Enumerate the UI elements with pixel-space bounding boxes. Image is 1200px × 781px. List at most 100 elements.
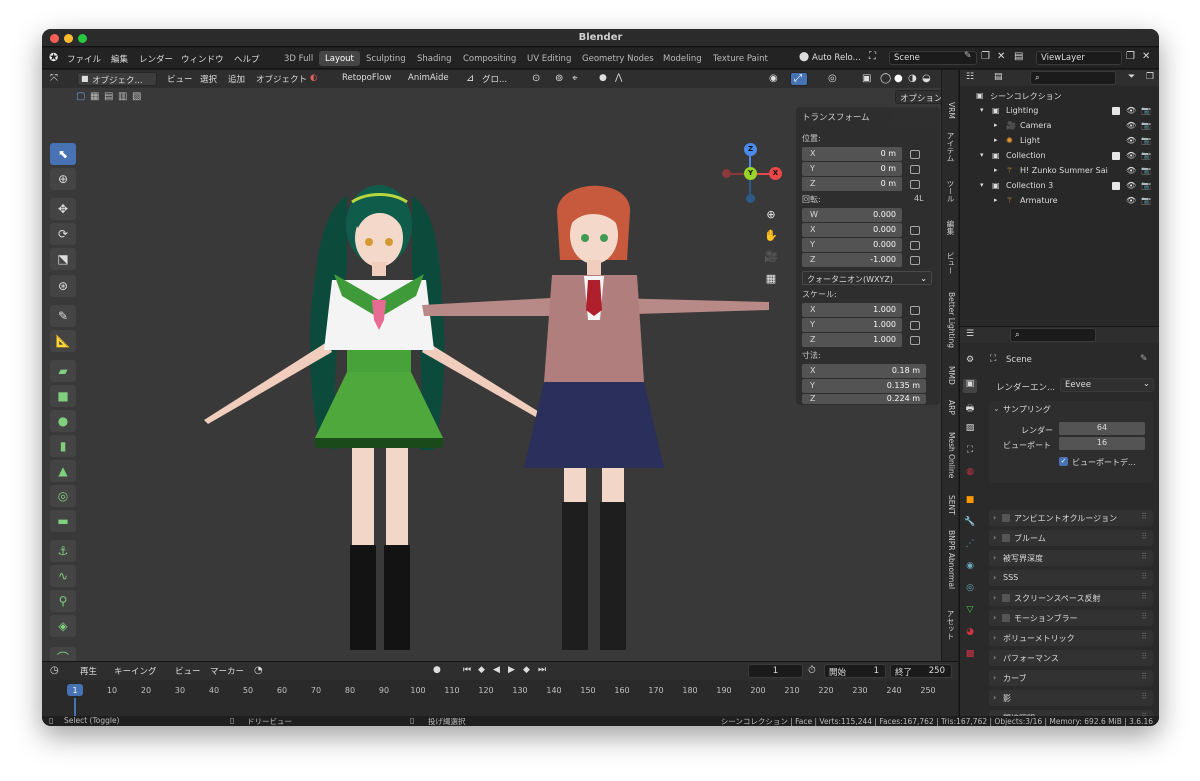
physics-tab-icon[interactable]: ◉ bbox=[963, 561, 977, 575]
camera-view-icon[interactable]: 🎥 bbox=[763, 250, 779, 266]
dimension-y-field[interactable]: Y 0.135 m bbox=[802, 379, 926, 393]
drag-handle-icon[interactable]: ⠿ bbox=[1141, 692, 1147, 701]
tab-tool[interactable]: ツール bbox=[944, 180, 956, 203]
material-tab-icon[interactable]: ◕ bbox=[963, 627, 977, 641]
render-visibility-icon[interactable]: 📷 bbox=[1141, 106, 1151, 115]
transform-panel-title[interactable]: トランスフォーム bbox=[802, 111, 870, 123]
delete-scene-icon[interactable]: ✕ bbox=[997, 51, 1005, 62]
rotation-z-field[interactable]: Z -1.000 bbox=[802, 253, 902, 267]
tab-asset[interactable]: アセット bbox=[944, 610, 956, 640]
pivot-point-icon[interactable]: ⊙ bbox=[532, 73, 540, 84]
tab-modeling[interactable]: Modeling bbox=[657, 51, 708, 66]
pin-icon[interactable]: ✎ bbox=[1140, 354, 1148, 364]
render-visibility-icon[interactable]: 📷 bbox=[1141, 151, 1151, 160]
mode-selector[interactable]: ■ オブジェク... bbox=[77, 72, 157, 86]
outliner-root[interactable]: ▣ シーンコレクション bbox=[960, 89, 1159, 104]
add-bone-tool[interactable]: ⚲ bbox=[50, 590, 76, 612]
tab-texture-paint[interactable]: Texture Paint bbox=[707, 51, 774, 66]
shading-rendered-icon[interactable]: ◒ bbox=[922, 73, 931, 84]
frame-start-field[interactable]: 開始 1 bbox=[824, 664, 886, 678]
lock-icon[interactable] bbox=[910, 321, 920, 330]
timeline-editor-icon[interactable]: ◷ bbox=[50, 665, 59, 676]
disclosure-triangle-icon[interactable]: ▸ bbox=[994, 196, 998, 204]
panel-enable-checkbox[interactable] bbox=[1002, 594, 1010, 602]
scene-tab-icon[interactable]: ⛶ bbox=[963, 445, 977, 459]
disclosure-triangle-icon[interactable]: ▸ bbox=[994, 136, 998, 144]
drag-handle-icon[interactable]: ⠿ bbox=[1141, 572, 1147, 581]
render-visibility-icon[interactable]: 📷 bbox=[1141, 181, 1151, 190]
select-box-intersect-icon[interactable]: ▧ bbox=[132, 91, 141, 102]
lock-icon[interactable] bbox=[910, 150, 920, 159]
zoom-view-icon[interactable]: ⊕ bbox=[763, 208, 779, 224]
timeline-menu-view[interactable]: ビュー bbox=[175, 665, 201, 677]
drag-handle-icon[interactable]: ⠿ bbox=[1141, 532, 1147, 541]
panel-enable-checkbox[interactable] bbox=[1002, 514, 1010, 522]
scale-y-field[interactable]: Y 1.000 bbox=[802, 318, 902, 332]
timeline-menu-marker[interactable]: マーカー bbox=[210, 665, 244, 677]
move-tool[interactable]: ✥ bbox=[50, 198, 76, 220]
menu-file[interactable]: ファイル bbox=[67, 53, 101, 65]
new-collection-icon[interactable]: ❐ bbox=[1146, 72, 1154, 82]
modifier-tab-icon[interactable]: 🔧 bbox=[963, 517, 977, 531]
viewport-denoise-checkbox[interactable]: ✓ bbox=[1059, 457, 1068, 466]
menu-window[interactable]: ウィンドウ bbox=[181, 53, 224, 65]
location-x-field[interactable]: X 0 m bbox=[802, 147, 902, 161]
record-icon[interactable]: ● bbox=[433, 665, 441, 675]
eye-icon[interactable]: 👁 bbox=[1126, 151, 1136, 160]
scale-z-field[interactable]: Z 1.000 bbox=[802, 333, 902, 347]
outliner[interactable]: ☷ ▤ ⌕ ⏷ ❐ ▣ シーンコレクション ▾ ▣ Lighting 👁 📷 ▸ 🎥 Came… bbox=[959, 70, 1159, 326]
character-models[interactable] bbox=[172, 150, 792, 650]
rotation-mode-selector[interactable]: クォータニオン(WXYZ) ⌄ bbox=[802, 271, 932, 285]
chevron-down-icon[interactable]: ⌄ bbox=[993, 404, 1000, 413]
eye-icon[interactable]: 👁 bbox=[1126, 136, 1136, 145]
tab-view[interactable]: ビュー bbox=[944, 252, 956, 275]
properties-panel[interactable]: › アンビエントオクルージョン ⠿ bbox=[989, 510, 1153, 526]
drag-handle-icon[interactable]: ⠿ bbox=[1141, 512, 1147, 521]
menu-help[interactable]: ヘルプ bbox=[234, 53, 260, 65]
jump-start-icon[interactable]: ⏮ bbox=[463, 665, 471, 675]
auto-reload-button[interactable]: Auto Relo... bbox=[812, 53, 861, 63]
dimension-x-field[interactable]: X 0.18 m bbox=[802, 364, 926, 378]
drag-handle-icon[interactable]: ⠿ bbox=[1141, 672, 1147, 681]
proportional-edit-icon[interactable]: ● bbox=[599, 73, 607, 83]
gizmo-neg-x-axis[interactable] bbox=[722, 169, 731, 178]
panel-enable-checkbox[interactable] bbox=[1002, 614, 1010, 622]
properties-search-input[interactable]: ⌕ bbox=[1010, 328, 1096, 342]
render-visibility-icon[interactable]: 📷 bbox=[1141, 121, 1151, 130]
outliner-row[interactable]: ▸ ⚚ H! Zunko Summer Sai 👁 📷 bbox=[960, 164, 1159, 179]
viewport-menu-object[interactable]: オブジェクト bbox=[256, 73, 307, 85]
properties-panel[interactable]: › SSS ⠿ bbox=[989, 570, 1153, 586]
eye-icon[interactable]: 👁 bbox=[1126, 181, 1136, 190]
add-cylinder-tool[interactable]: ▮ bbox=[50, 435, 76, 457]
viewport-3d[interactable]: ⤧ ■ オブジェク... ビュー 選択 追加 オブジェクト ◐ RetopoFl… bbox=[42, 70, 958, 661]
add-torus-tool[interactable]: ◎ bbox=[50, 485, 76, 507]
render-samples-field[interactable]: 64 bbox=[1059, 422, 1145, 435]
lock-icon[interactable] bbox=[910, 226, 920, 235]
tab-item[interactable]: アイテム bbox=[944, 132, 956, 162]
transform-tool[interactable]: ⊛ bbox=[50, 275, 76, 297]
add-cube-tool[interactable]: ■ bbox=[50, 385, 76, 407]
tab-geometry-nodes[interactable]: Geometry Nodes bbox=[576, 51, 660, 66]
lock-icon[interactable] bbox=[910, 256, 920, 265]
scene-icon[interactable]: ⛶ bbox=[869, 51, 876, 62]
exclude-checkbox[interactable] bbox=[1112, 152, 1120, 160]
tab-sent[interactable]: SENT bbox=[944, 495, 956, 515]
add-empty-tool[interactable]: ⚓ bbox=[50, 540, 76, 562]
annotate-tool[interactable]: ✎ bbox=[50, 305, 76, 327]
location-z-field[interactable]: Z 0 m bbox=[802, 177, 902, 191]
properties-panel[interactable]: › ボリューメトリック ⠿ bbox=[989, 630, 1153, 646]
shading-wireframe-icon[interactable]: ◯ bbox=[880, 73, 891, 84]
tab-vrm[interactable]: VRM bbox=[944, 102, 956, 119]
rotation-y-field[interactable]: Y 0.000 bbox=[802, 238, 902, 252]
disclosure-triangle-icon[interactable]: ▾ bbox=[980, 181, 984, 189]
add-sphere-tool[interactable]: ● bbox=[50, 410, 76, 432]
add-cylinder2-tool[interactable]: ▬ bbox=[50, 510, 76, 532]
tab-mesh-online[interactable]: Mesh Online bbox=[944, 432, 956, 478]
falloff-icon[interactable]: ⋀ bbox=[615, 73, 622, 83]
tab-shading[interactable]: Shading bbox=[411, 51, 458, 66]
drag-handle-icon[interactable]: ⠿ bbox=[1141, 652, 1147, 661]
outliner-row[interactable]: ▾ ▣ Lighting 👁 📷 bbox=[960, 104, 1159, 119]
snap-icon[interactable]: ⊚ bbox=[555, 73, 563, 84]
dimension-z-field[interactable]: Z 0.224 m bbox=[802, 394, 926, 404]
animaide-menu[interactable]: AnimAide bbox=[408, 73, 449, 83]
